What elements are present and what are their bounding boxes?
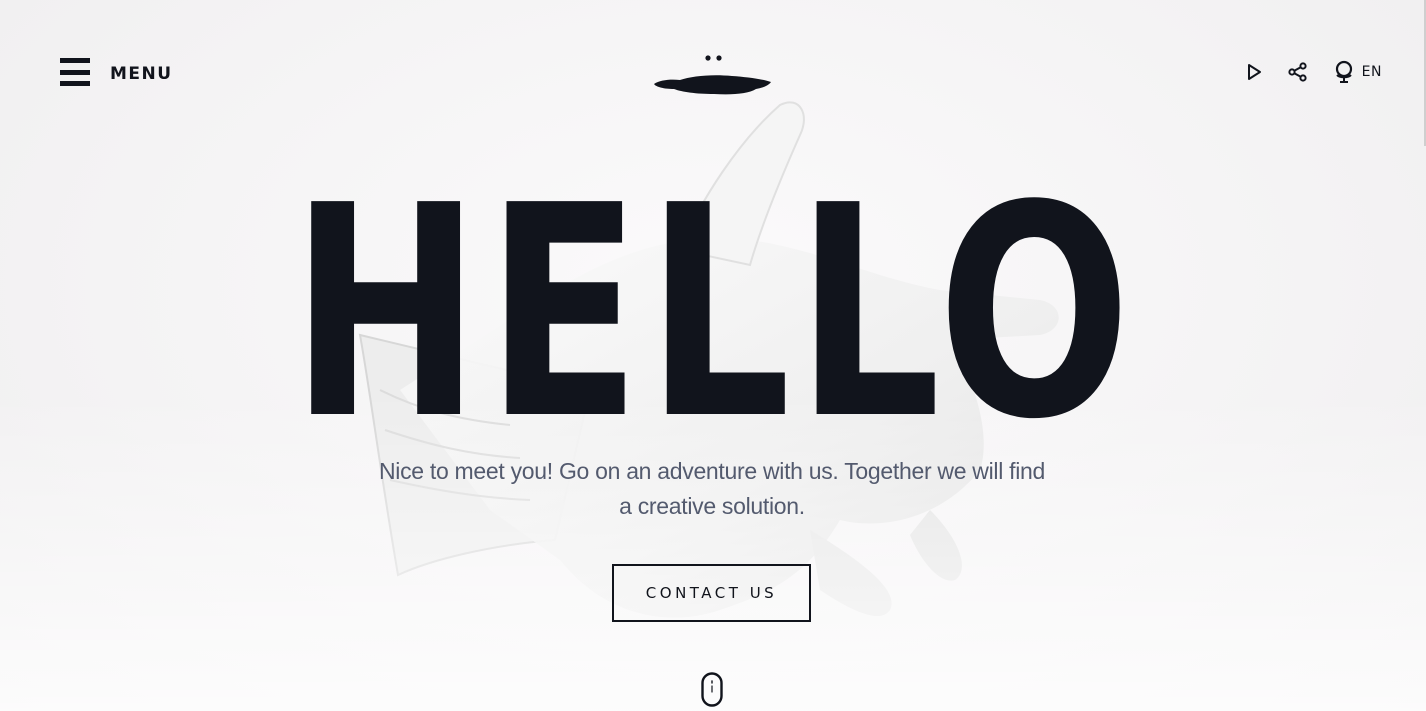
globe-icon [1335, 60, 1352, 83]
mouse-scroll-icon[interactable] [701, 672, 723, 707]
menu-label: MENU [110, 64, 173, 84]
ink-face-logo[interactable] [652, 52, 772, 98]
hero-subtitle: Nice to meet you! Go on an adventure wit… [378, 458, 1045, 519]
language-label: EN [1361, 64, 1382, 80]
hero-headline: HELLO [290, 143, 1136, 483]
language-selector[interactable]: EN [1334, 60, 1382, 84]
share-icon[interactable] [1286, 60, 1310, 84]
contact-us-button[interactable]: CONTACT US [612, 564, 811, 622]
play-icon[interactable] [1242, 60, 1266, 84]
menu-button[interactable]: MENU [60, 58, 173, 86]
hamburger-icon [60, 58, 90, 86]
header-actions: EN [1242, 60, 1382, 84]
